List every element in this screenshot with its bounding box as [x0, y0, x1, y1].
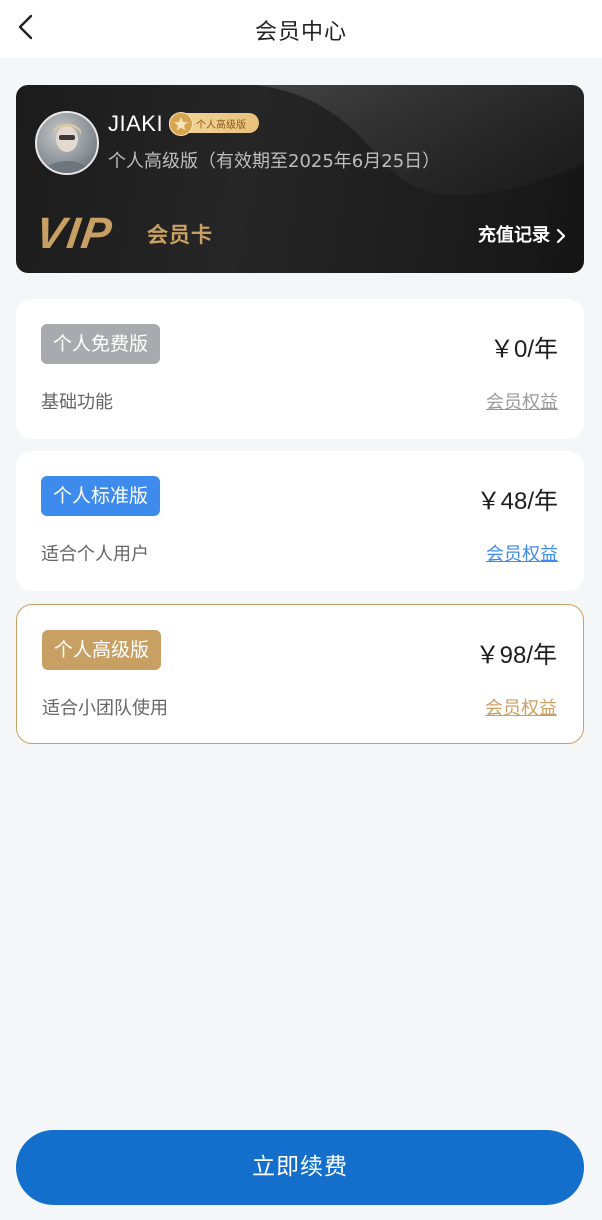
plan-card-free[interactable]: 个人免费版 ￥0/年 基础功能 会员权益	[16, 299, 584, 439]
plan-card-standard[interactable]: 个人标准版 ￥48/年 适合个人用户 会员权益	[16, 451, 584, 591]
plan-price: ￥98/年	[475, 642, 557, 669]
plan-badge: 个人高级版	[42, 630, 162, 670]
plan-description: 适合小团队使用	[42, 698, 168, 719]
user-name: JIAKI	[108, 111, 164, 136]
membership-validity: 个人高级版（有效期至2025年6月25日）	[108, 151, 441, 172]
plan-card-premium[interactable]: 个人高级版 ￥98/年 适合小团队使用 会员权益	[16, 604, 584, 744]
member-benefits-link[interactable]: 会员权益	[486, 540, 558, 566]
member-benefits-link[interactable]: 会员权益	[485, 694, 557, 720]
plan-price: ￥0/年	[489, 336, 558, 363]
avatar[interactable]	[35, 111, 99, 175]
top-bar: 会员中心	[0, 0, 602, 58]
recharge-history-link[interactable]: 充值记录	[478, 221, 566, 247]
renew-now-button[interactable]: 立即续费	[16, 1130, 584, 1205]
member-benefits-link[interactable]: 会员权益	[486, 388, 558, 414]
plan-price: ￥48/年	[476, 488, 558, 515]
avatar-image	[45, 123, 89, 173]
card-label: 会员卡	[147, 223, 213, 247]
star-icon	[169, 112, 193, 136]
vip-card: JIAKI 个人高级版 个人高级版（有效期至2025年6月25日） VIP 会员…	[16, 85, 584, 273]
plan-description: 适合个人用户	[41, 544, 149, 565]
chevron-right-icon	[556, 229, 566, 243]
plan-badge: 个人免费版	[41, 324, 161, 364]
level-badge-label: 个人高级版	[196, 120, 246, 131]
level-badge: 个人高级版	[169, 112, 259, 136]
plan-badge: 个人标准版	[41, 476, 161, 516]
vip-logo: VIP	[32, 209, 117, 258]
recharge-history-label: 充值记录	[478, 225, 550, 246]
page-title: 会员中心	[254, 20, 347, 45]
plan-description: 基础功能	[41, 392, 113, 413]
